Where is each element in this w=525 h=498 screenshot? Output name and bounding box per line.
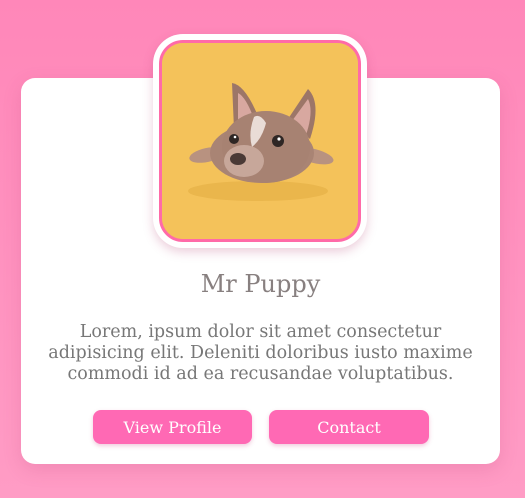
view-profile-button[interactable]: View Profile [93,410,252,444]
puppy-image [162,43,358,239]
profile-name: Mr Puppy [200,270,321,298]
avatar-frame [153,34,367,248]
profile-bio: Lorem, ipsum dolor sit amet consectetur … [48,322,473,384]
contact-button[interactable]: Contact [269,410,429,444]
avatar [159,40,361,242]
